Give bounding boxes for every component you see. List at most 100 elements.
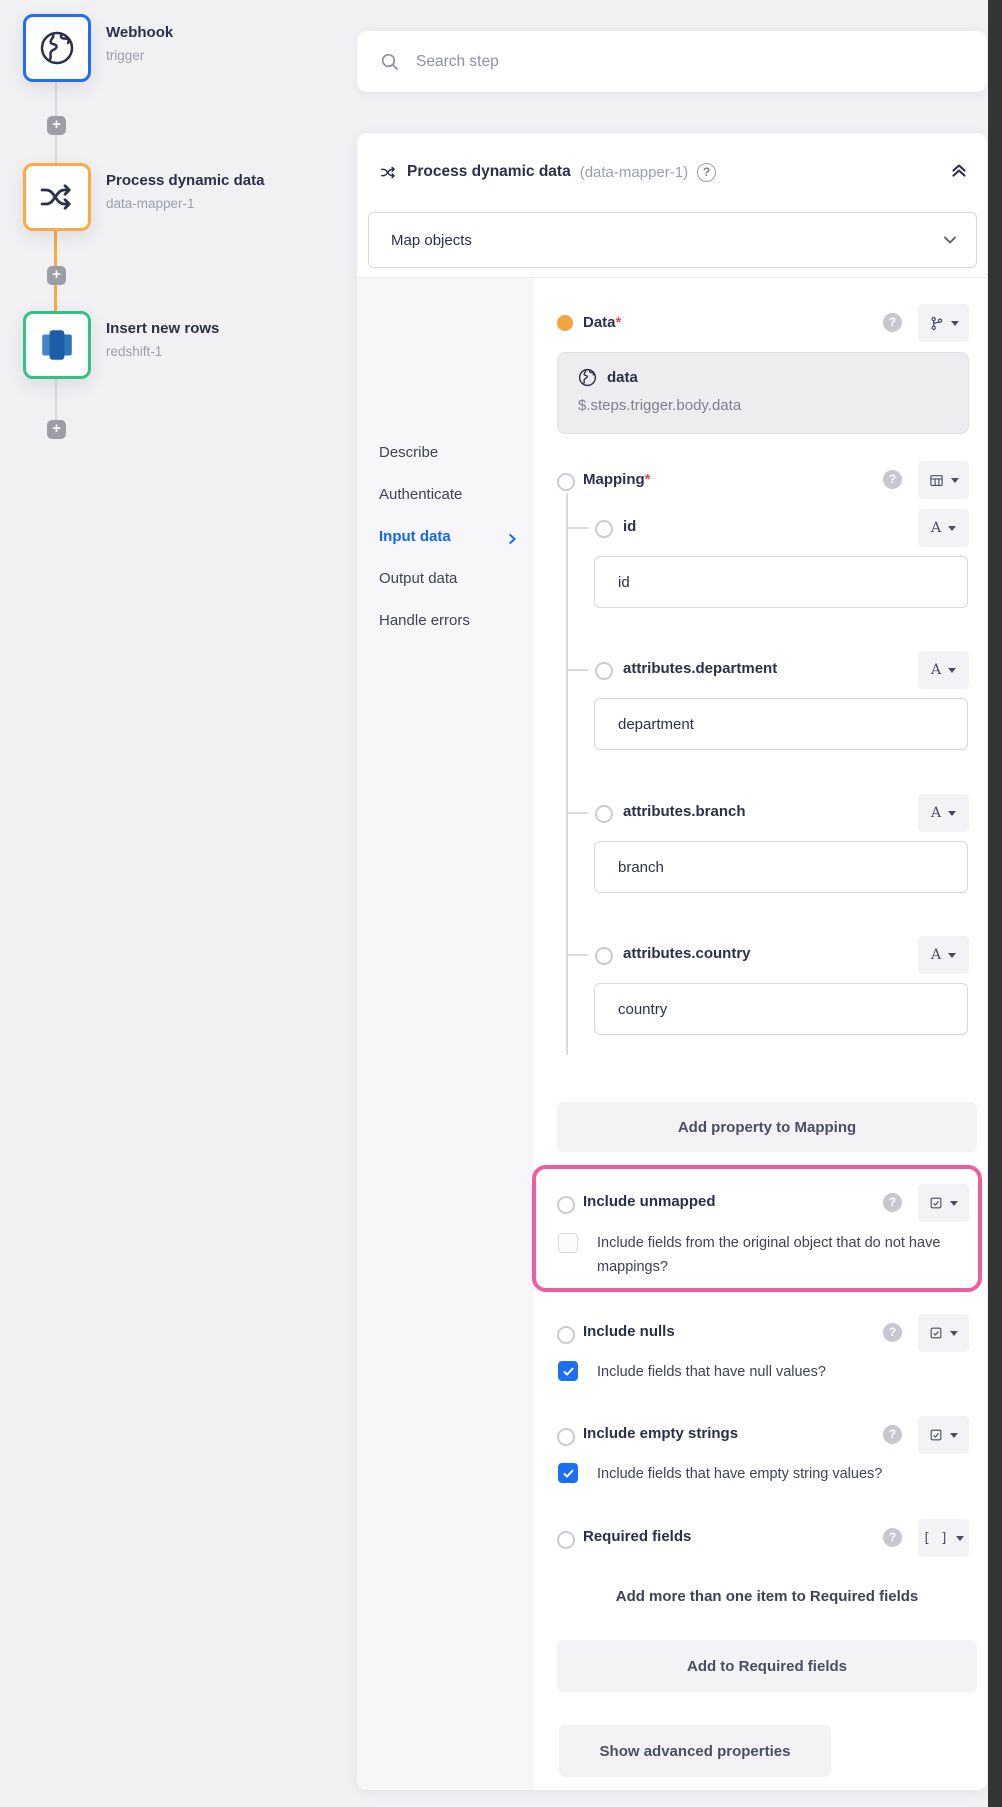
search-step-bar — [357, 31, 987, 92]
field-radio-include-empty-strings[interactable] — [557, 1428, 575, 1446]
nav-item-output-data[interactable]: Output data — [379, 570, 457, 594]
nav-item-input-data[interactable]: Input data — [379, 528, 451, 552]
help-icon[interactable]: ? — [883, 1193, 902, 1212]
redshift-icon — [38, 326, 76, 364]
string-type-selector[interactable]: A — [918, 509, 969, 547]
help-icon[interactable]: ? — [883, 1528, 902, 1547]
scrollbar[interactable] — [988, 0, 1002, 1807]
mapping-item-radio[interactable] — [595, 662, 613, 680]
mapping-value-box — [594, 983, 968, 1035]
caret-down-icon — [948, 811, 956, 816]
checkbox-type-icon — [929, 1428, 943, 1442]
caret-down-icon — [951, 321, 959, 326]
string-type-selector[interactable]: A — [918, 651, 969, 689]
globe-icon — [577, 367, 598, 388]
table-icon — [929, 473, 944, 488]
caret-down-icon — [950, 1331, 958, 1336]
help-icon[interactable]: ? — [883, 470, 902, 489]
add-step-button[interactable]: + — [47, 266, 66, 285]
workflow-builder-page: Webhook trigger + Process dynamic data d… — [0, 0, 1002, 1807]
string-type-icon: A — [931, 662, 941, 678]
caret-down-icon — [948, 526, 956, 531]
add-to-required-fields-button[interactable]: Add to Required fields — [557, 1640, 977, 1692]
shuffle-icon — [36, 176, 78, 218]
mapping-item-radio[interactable] — [595, 947, 613, 965]
node-title: Process dynamic data — [106, 172, 264, 189]
help-icon[interactable]: ? — [883, 1425, 902, 1444]
panel-step-id: (data-mapper-1) — [580, 164, 688, 181]
boolean-type-selector[interactable] — [918, 1184, 969, 1222]
include-unmapped-description: Include fields from the original object … — [597, 1231, 943, 1279]
nav-item-describe[interactable]: Describe — [379, 444, 438, 468]
node-subtitle: redshift-1 — [106, 344, 162, 359]
mapping-value-input[interactable] — [616, 699, 950, 749]
operation-select-value: Map objects — [391, 232, 472, 249]
boolean-type-selector[interactable] — [918, 1314, 969, 1352]
nav-item-handle-errors[interactable]: Handle errors — [379, 612, 470, 636]
mapping-item-radio[interactable] — [595, 520, 613, 538]
node-title: Insert new rows — [106, 320, 219, 337]
mapping-value-input[interactable] — [616, 984, 950, 1034]
tree-tick — [568, 812, 588, 814]
node-subtitle: data-mapper-1 — [106, 196, 195, 211]
operation-select[interactable]: Map objects — [368, 212, 977, 268]
field-radio-include-unmapped[interactable] — [557, 1196, 575, 1214]
add-step-button[interactable]: + — [47, 116, 66, 135]
string-type-icon: A — [931, 520, 941, 536]
add-property-to-mapping-button[interactable]: Add property to Mapping — [557, 1102, 977, 1152]
caret-down-icon — [948, 953, 956, 958]
workflow-node-data-mapper[interactable] — [23, 163, 91, 231]
mapping-value-box — [594, 556, 968, 608]
help-icon[interactable]: ? — [883, 313, 902, 332]
caret-down-icon — [956, 1536, 964, 1541]
connector-redshift-end — [55, 376, 57, 422]
boolean-type-selector[interactable] — [918, 1416, 969, 1454]
mapping-value-input[interactable] — [616, 557, 950, 607]
tree-tick — [568, 954, 588, 956]
collapse-panel-icon[interactable] — [950, 161, 968, 179]
caret-down-icon — [948, 668, 956, 673]
shuffle-icon — [379, 163, 398, 182]
search-step-input[interactable] — [414, 52, 938, 72]
tree-tick — [568, 527, 588, 529]
workflow-node-redshift[interactable] — [23, 311, 91, 379]
help-icon[interactable]: ? — [883, 1323, 902, 1342]
globe-icon — [37, 28, 77, 68]
help-icon[interactable]: ? — [697, 163, 716, 182]
field-label-include-nulls: Include nulls — [583, 1323, 675, 1340]
field-label-mapping: Mapping* — [583, 471, 651, 488]
mapping-value-box — [594, 698, 968, 750]
mapping-item-radio[interactable] — [595, 805, 613, 823]
string-type-selector[interactable]: A — [918, 936, 969, 974]
step-properties-panel: Process dynamic data (data-mapper-1) ? M… — [357, 133, 987, 1790]
add-step-button[interactable]: + — [47, 420, 66, 439]
chip-jsonpath: $.steps.trigger.body.data — [578, 397, 741, 414]
array-type-selector[interactable]: [ ] — [918, 1519, 969, 1557]
branch-icon — [929, 316, 944, 331]
required-fields-hint: Add more than one item to Required field… — [557, 1588, 977, 1605]
field-radio-mapping[interactable] — [557, 473, 575, 491]
field-label-include-unmapped: Include unmapped — [583, 1193, 716, 1210]
string-type-selector[interactable]: A — [918, 794, 969, 832]
include-nulls-checkbox[interactable] — [558, 1361, 578, 1381]
mapping-value-box — [594, 841, 968, 893]
show-advanced-properties-button[interactable]: Show advanced properties — [559, 1725, 831, 1777]
search-icon — [380, 52, 400, 72]
field-radio-required-fields[interactable] — [557, 1531, 575, 1549]
nav-item-authenticate[interactable]: Authenticate — [379, 486, 462, 510]
mapping-value-input[interactable] — [616, 842, 950, 892]
data-type-selector[interactable] — [918, 304, 969, 342]
caret-down-icon — [950, 1201, 958, 1206]
include-empty-strings-checkbox[interactable] — [558, 1463, 578, 1483]
include-unmapped-checkbox[interactable] — [558, 1233, 578, 1253]
jsonpath-chip[interactable]: data $.steps.trigger.body.data — [557, 352, 969, 434]
chevron-right-icon — [505, 532, 519, 546]
mapping-item-label: attributes.department — [623, 660, 777, 677]
field-label-required-fields: Required fields — [583, 1528, 691, 1545]
panel-nav: Describe Authenticate Input data Output … — [357, 278, 534, 1790]
mapping-type-selector[interactable] — [918, 461, 969, 499]
field-radio-include-nulls[interactable] — [557, 1326, 575, 1344]
workflow-node-webhook[interactable] — [23, 14, 91, 82]
include-empty-strings-description: Include fields that have empty string va… — [597, 1462, 882, 1486]
mapping-item-label: attributes.country — [623, 945, 751, 962]
